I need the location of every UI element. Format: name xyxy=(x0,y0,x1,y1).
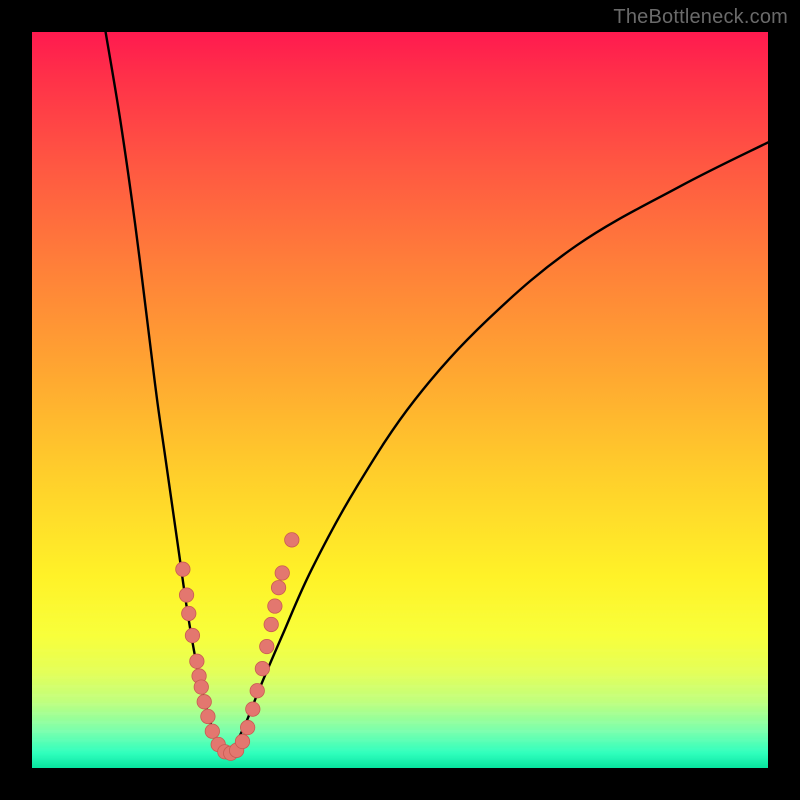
marker-dot xyxy=(182,606,196,620)
marker-dot xyxy=(246,702,260,716)
marker-dot xyxy=(197,695,211,709)
plot-area xyxy=(32,32,768,768)
marker-dot xyxy=(201,709,215,723)
marker-dot xyxy=(190,654,204,668)
marker-dot xyxy=(240,720,254,734)
watermark-text: TheBottleneck.com xyxy=(613,6,788,29)
marker-dot xyxy=(255,661,269,675)
marker-dot xyxy=(205,724,219,738)
marker-dot xyxy=(235,734,249,748)
marker-dot xyxy=(275,566,289,580)
marker-dot xyxy=(260,639,274,653)
marker-dot xyxy=(285,533,299,547)
chart-stage: TheBottleneck.com xyxy=(0,0,800,800)
marker-dot xyxy=(271,580,285,594)
marker-dot xyxy=(185,628,199,642)
marker-dot xyxy=(268,599,282,613)
marker-dot xyxy=(179,588,193,602)
left-curve xyxy=(106,32,224,753)
right-curve xyxy=(231,142,768,753)
marker-dot xyxy=(176,562,190,576)
marker-dot xyxy=(250,684,264,698)
marker-dot xyxy=(194,680,208,694)
marker-dot xyxy=(264,617,278,631)
chart-svg xyxy=(32,32,768,768)
